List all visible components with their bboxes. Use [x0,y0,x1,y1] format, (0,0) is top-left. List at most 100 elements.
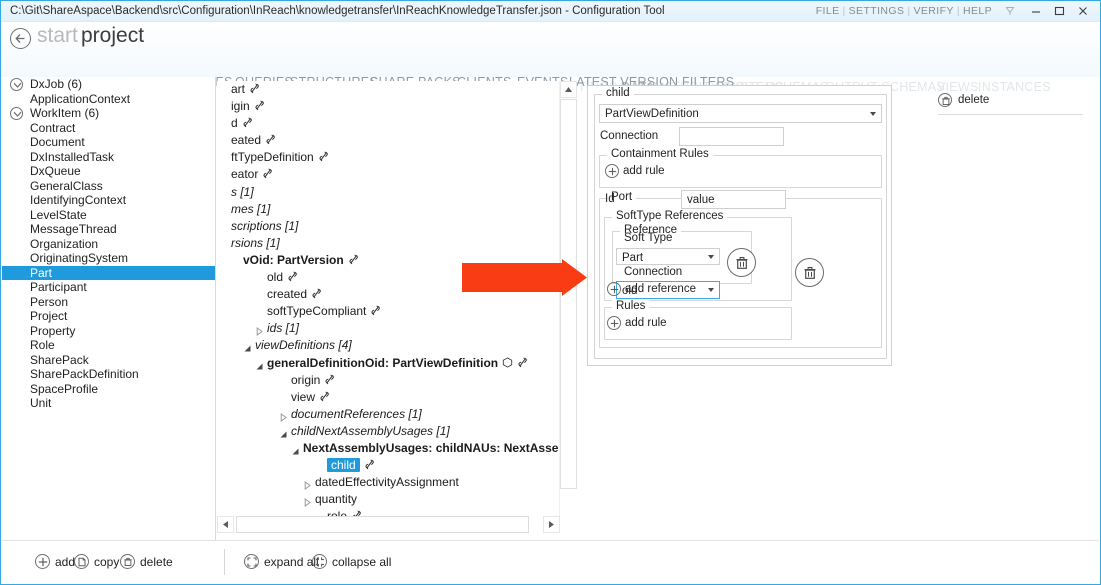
sidebar-item-dxqueue[interactable]: DxQueue [2,164,215,179]
sidebar-item-workitem-6[interactable]: WorkItem (6) [2,106,215,121]
menu-settings[interactable]: SETTINGS [849,5,905,17]
panel-delete-button[interactable]: delete [938,92,1101,109]
sidebar-item-organization[interactable]: Organization [2,237,215,252]
chevron-down-icon[interactable] [10,107,23,120]
tree-expander-collapsed-icon[interactable] [303,478,312,487]
tree-node[interactable]: scriptions [1] [217,218,557,235]
menu-file[interactable]: FILE [816,5,840,17]
sidebar-item-label: Person [30,295,68,309]
delete-reference-button[interactable] [727,248,756,277]
sidebar-item-property[interactable]: Property [2,324,215,339]
scroll-up-button[interactable] [560,81,577,98]
tree-node[interactable]: vOid: PartVersion [217,252,557,269]
delete-button[interactable]: delete [120,553,173,571]
delete-softtype-button[interactable] [795,258,824,287]
sidebar-item-participant[interactable]: Participant [2,280,215,295]
sidebar-item-levelstate[interactable]: LevelState [2,208,215,223]
containment-add-rule-button[interactable]: add rule [605,164,665,179]
port-id-input[interactable]: value [681,190,786,209]
menu-help[interactable]: HELP [963,5,992,17]
tree-horizontal-scrollbar[interactable] [217,516,577,533]
sidebar-item-part[interactable]: Part [2,266,215,281]
sidebar-item-document[interactable]: Document [2,135,215,150]
tree-node[interactable]: documentReferences [1] [217,406,557,423]
tree-node[interactable]: ftTypeDefinition [217,149,557,166]
add-reference-button[interactable]: add reference [607,282,696,297]
tree-expander-expanded-icon[interactable] [243,341,252,350]
sidebar-item-identifyingcontext[interactable]: IdentifyingContext [2,193,215,208]
collapse-all-label: collapse all [332,555,391,569]
chevron-down-icon[interactable] [10,78,23,91]
container-icon [502,356,513,367]
sidebar-item-generalclass[interactable]: GeneralClass [2,179,215,194]
minimize-icon[interactable] [1029,4,1043,18]
tree-expander-collapsed-icon[interactable] [303,495,312,504]
tree-node[interactable]: art [217,81,557,98]
add-button[interactable]: add [35,553,75,571]
child-type-combo[interactable]: PartViewDefinition [599,104,882,123]
copy-button[interactable]: copy [74,553,119,571]
tree-node[interactable]: mes [1] [217,201,557,218]
collapse-all-button[interactable]: collapse all [312,553,391,571]
tree-node[interactable]: igin [217,98,557,115]
tree-node[interactable]: ids [1] [217,320,557,337]
soft-types-list[interactable]: DxJob (6)ApplicationContextWorkItem (6)C… [2,77,216,541]
tree-expander-collapsed-icon[interactable] [279,410,288,419]
tree-node[interactable]: created [217,286,557,303]
soft-type-combo-value: Part [622,252,643,264]
sidebar-item-role[interactable]: Role [2,338,215,353]
structure-tree[interactable]: artigindeatedftTypeDefinitioneators [1]m… [217,81,557,533]
tree-expander-expanded-icon[interactable] [291,444,300,453]
sidebar-item-unit[interactable]: Unit [2,396,215,411]
tree-vertical-scrollbar[interactable] [559,81,577,533]
pin-icon[interactable] [1003,4,1017,18]
sidebar-item-person[interactable]: Person [2,295,215,310]
maximize-icon[interactable] [1052,4,1066,18]
scroll-thumb-vertical[interactable] [560,99,577,489]
back-button[interactable] [10,28,31,49]
connection-input[interactable] [679,127,784,146]
scroll-right-button[interactable] [543,516,560,533]
sidebar-item-dxinstalledtask[interactable]: DxInstalledTask [2,150,215,165]
sidebar-item-originatingsystem[interactable]: OriginatingSystem [2,251,215,266]
tree-node[interactable]: s [1] [217,184,557,201]
tree-node[interactable]: d [217,115,557,132]
tree-node[interactable]: datedEffectivityAssignment [217,474,557,491]
close-icon[interactable] [1076,4,1090,18]
panel-divider [938,114,1083,115]
scroll-left-button[interactable] [217,516,234,533]
expand-all-button[interactable]: expand all [244,553,319,571]
tree-node[interactable]: eator [217,166,557,183]
tree-node[interactable]: softTypeCompliant [217,303,557,320]
sidebar-item-contract[interactable]: Contract [2,121,215,136]
tree-node[interactable]: childNextAssemblyUsages [1] [217,423,557,440]
chevron-down-icon [708,255,714,259]
tree-node[interactable]: NextAssemblyUsages: childNAUs: NextAssem… [217,440,557,457]
trash-icon [120,554,135,569]
tree-node[interactable]: child [217,457,557,474]
breadcrumb-start[interactable]: start [37,24,78,48]
sidebar-item-messagethread[interactable]: MessageThread [2,222,215,237]
tree-node[interactable]: origin [217,372,557,389]
tree-expander-expanded-icon[interactable] [279,427,288,436]
scroll-thumb-horizontal[interactable] [236,516,529,533]
tree-node[interactable]: view [217,389,557,406]
sidebar-item-spaceprofile[interactable]: SpaceProfile [2,382,215,397]
soft-type-combo[interactable]: Part [616,248,720,265]
rules-add-rule-button[interactable]: add rule [607,316,667,331]
sidebar-item-project[interactable]: Project [2,309,215,324]
sidebar-item-dxjob-6[interactable]: DxJob (6) [2,77,215,92]
tree-node[interactable]: old [217,269,557,286]
sidebar-item-sharepackdefinition[interactable]: SharePackDefinition [2,367,215,382]
tree-node[interactable]: eated [217,132,557,149]
tree-node[interactable]: viewDefinitions [4] [217,337,557,354]
tree-expander-collapsed-icon[interactable] [255,324,264,333]
tree-node-label: ids [1] [267,320,299,337]
tree-expander-expanded-icon[interactable] [255,359,264,368]
tree-node[interactable]: quantity [217,491,557,508]
sidebar-item-sharepack[interactable]: SharePack [2,353,215,368]
sidebar-item-applicationcontext[interactable]: ApplicationContext [2,92,215,107]
menu-verify[interactable]: VERIFY [914,5,954,17]
tree-node[interactable]: generalDefinitionOid: PartViewDefinition [217,355,557,372]
tree-node[interactable]: rsions [1] [217,235,557,252]
